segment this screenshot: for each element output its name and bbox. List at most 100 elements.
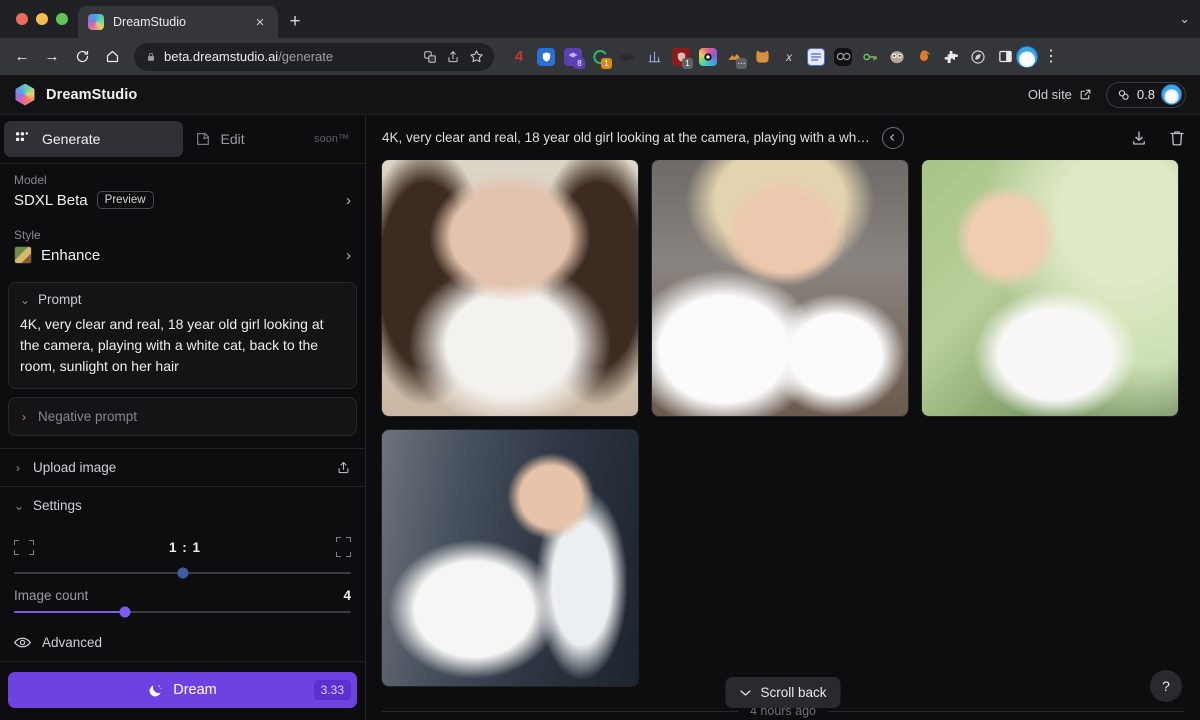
share-icon[interactable] <box>446 50 460 64</box>
generated-image-3[interactable] <box>922 160 1178 416</box>
extension-icon-popup-blocker[interactable]: ⋯ <box>726 48 747 69</box>
forward-button[interactable]: → <box>38 43 66 71</box>
negative-prompt-header[interactable]: › Negative prompt <box>20 409 345 424</box>
upload-icon[interactable] <box>336 460 351 475</box>
extension-icon-notes[interactable] <box>807 47 825 66</box>
collapse-prompt-button[interactable] <box>881 126 904 149</box>
dream-button-wrap: Dream 3.33 <box>0 661 365 720</box>
tab-title: DreamStudio <box>113 15 186 29</box>
prompt-input[interactable]: 4K, very clear and real, 18 year old gir… <box>20 314 345 377</box>
browser-menu-kebab-icon[interactable]: ⋮ <box>1040 48 1062 65</box>
upload-image-row[interactable]: › Upload image <box>0 448 365 486</box>
prompt-label: Prompt <box>38 292 82 307</box>
tab-strip: DreamStudio × + ⌄ <box>0 0 1200 38</box>
pencil-square-icon <box>195 131 211 147</box>
help-button[interactable]: ? <box>1150 670 1182 702</box>
extension-icon-shield[interactable] <box>537 47 555 66</box>
close-window-button[interactable] <box>16 13 28 25</box>
lock-icon <box>146 51 156 63</box>
extension-badge-recorder: 1 <box>601 57 612 69</box>
negative-prompt-panel[interactable]: › Negative prompt <box>8 397 357 436</box>
style-value: Enhance <box>41 246 101 264</box>
browser-toolbar: ← → beta.dreamstudio.ai/generate 4 8 1 1… <box>0 38 1200 75</box>
image-count-slider[interactable] <box>14 606 351 618</box>
prompt-panel-header[interactable]: ⌄ Prompt <box>20 292 345 307</box>
extension-icon-analytics[interactable] <box>645 48 663 66</box>
maximize-window-button[interactable] <box>56 13 68 25</box>
back-button[interactable]: ← <box>8 43 36 71</box>
tab-list-chevron-down-icon[interactable]: ⌄ <box>1179 11 1190 27</box>
style-selector[interactable]: Enhance › <box>0 244 365 274</box>
extension-icon-leaf[interactable] <box>969 48 987 66</box>
extension-icon-puzzle[interactable] <box>942 48 960 66</box>
home-button[interactable] <box>98 43 126 71</box>
style-thumbnail-icon <box>14 246 32 264</box>
divider-line-right <box>828 710 1184 712</box>
generated-image-2[interactable] <box>652 160 908 416</box>
result-actions <box>1130 129 1186 147</box>
results-grid <box>382 160 1184 686</box>
extension-icon-sidebar[interactable] <box>996 48 1014 66</box>
extension-icon-cat[interactable] <box>753 48 771 66</box>
result-prompt-title: 4K, very clear and real, 18 year old gir… <box>382 130 870 145</box>
negative-prompt-label: Negative prompt <box>38 409 138 424</box>
window-controls <box>12 0 78 38</box>
style-chevron-right-icon: › <box>346 246 351 264</box>
generated-image-1[interactable] <box>382 160 638 416</box>
portrait-frame-icon[interactable] <box>336 537 351 558</box>
bookmark-star-icon[interactable] <box>469 49 484 64</box>
translate-icon[interactable] <box>423 50 437 64</box>
trash-icon[interactable] <box>1168 129 1186 147</box>
extension-icon-ublock[interactable]: 1 <box>672 47 693 69</box>
address-bar[interactable]: beta.dreamstudio.ai/generate <box>134 42 494 71</box>
new-tab-button[interactable]: + <box>278 6 312 38</box>
credits-value: 0.8 <box>1136 87 1155 102</box>
close-tab-icon[interactable]: × <box>252 15 268 30</box>
dream-button[interactable]: Dream 3.33 <box>8 672 357 708</box>
generated-image-4[interactable] <box>382 430 638 686</box>
settings-label: Settings <box>33 498 82 514</box>
model-value: SDXL Beta <box>14 191 88 209</box>
external-link-icon <box>1079 88 1092 101</box>
extension-icon-arc[interactable]: 4 <box>510 48 528 66</box>
aspect-ratio-slider[interactable] <box>14 567 351 579</box>
extension-icon-owl[interactable] <box>888 48 906 66</box>
extension-icon-firefox[interactable] <box>915 48 933 66</box>
grid-icon <box>16 132 32 146</box>
credits-pill[interactable]: 0.8 <box>1105 81 1186 108</box>
aspect-ratio-row: 1 : 1 <box>14 530 351 564</box>
prompt-panel[interactable]: ⌄ Prompt 4K, very clear and real, 18 yea… <box>8 282 357 389</box>
app-brand-name: DreamStudio <box>46 86 138 103</box>
app-body: Generate Edit soon™ Model SDXL Beta Prev… <box>0 115 1200 720</box>
extension-icon-recorder[interactable]: 1 <box>591 48 612 69</box>
dreamstudio-logo-icon <box>15 83 35 106</box>
advanced-row[interactable]: Advanced <box>0 623 365 661</box>
app-brand[interactable]: DreamStudio <box>14 83 138 106</box>
model-selector[interactable]: SDXL Beta Preview › <box>0 189 365 219</box>
aspect-ratio-slider-knob[interactable] <box>177 567 188 579</box>
dream-cost-badge: 3.33 <box>313 680 351 700</box>
reload-button[interactable] <box>68 43 96 71</box>
old-site-link[interactable]: Old site <box>1028 87 1092 102</box>
minimize-window-button[interactable] <box>36 13 48 25</box>
landscape-frame-icon[interactable] <box>14 539 34 555</box>
image-count-slider-knob[interactable] <box>119 606 131 618</box>
browser-profile-avatar[interactable] <box>1016 45 1038 68</box>
extension-icon-key[interactable] <box>861 48 879 66</box>
scroll-back-button[interactable]: Scroll back <box>725 677 841 708</box>
tab-edit[interactable]: Edit soon™ <box>183 121 362 157</box>
divider-line-left <box>382 710 738 712</box>
extension-icon-camera[interactable] <box>699 47 717 66</box>
extension-icon-cloud[interactable] <box>618 48 636 66</box>
download-icon[interactable] <box>1130 129 1148 147</box>
extension-icon-layers[interactable]: 8 <box>564 47 585 69</box>
extension-icon-x[interactable]: x <box>780 48 798 66</box>
dream-button-label: Dream <box>173 682 217 698</box>
tab-generate[interactable]: Generate <box>4 121 183 157</box>
extension-icon-goggles[interactable] <box>834 47 852 66</box>
user-avatar[interactable] <box>1161 84 1182 105</box>
browser-tab[interactable]: DreamStudio × <box>78 6 278 38</box>
settings-row[interactable]: ⌄ Settings <box>0 486 365 524</box>
url-path: /generate <box>278 49 334 64</box>
result-header: 4K, very clear and real, 18 year old gir… <box>366 115 1200 160</box>
